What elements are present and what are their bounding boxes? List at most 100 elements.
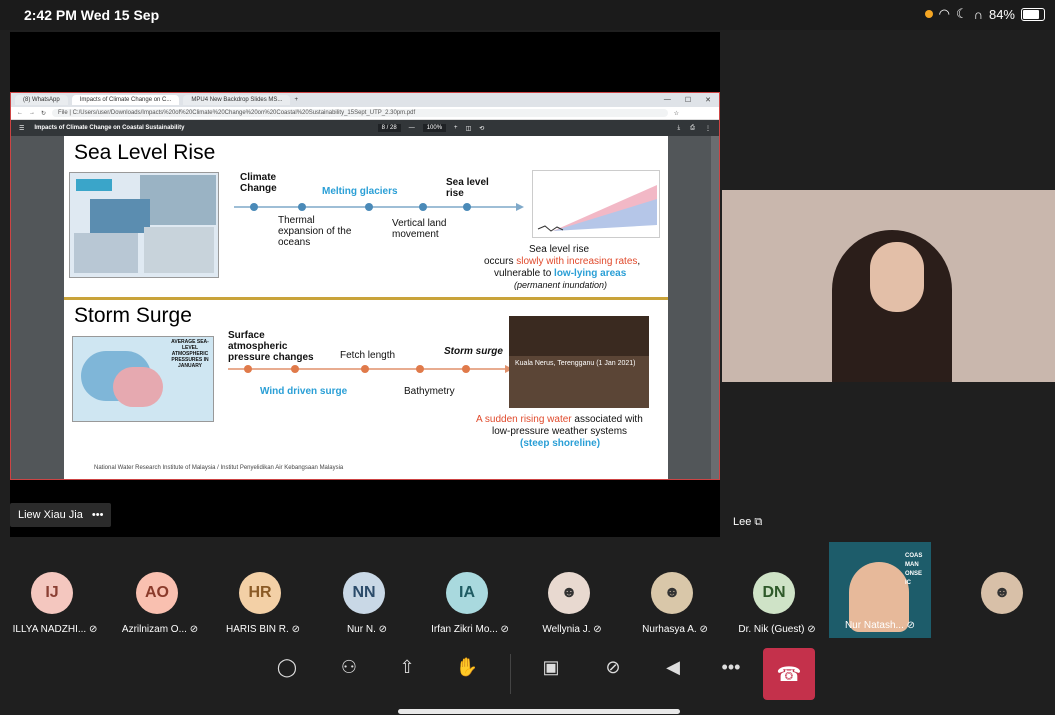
participant-tile[interactable]: IJ ILLYA NADZHI... ⊘ — [5, 542, 105, 642]
share-screen-icon[interactable]: ⇧ — [390, 650, 424, 684]
slide: Sea Level Rise Climate Change Melting gl… — [64, 136, 668, 479]
avatar: NN — [343, 572, 385, 614]
browser-window: (8) WhatsApp Impacts of Climate Change o… — [10, 92, 720, 480]
photo-caption: Kuala Nerus, Terengganu (1 Jan 2021) — [515, 360, 636, 367]
fit-page-icon[interactable]: ◫ — [466, 125, 472, 132]
mic-off-icon: ⊘ — [189, 624, 199, 635]
home-indicator[interactable] — [398, 709, 680, 714]
storm-photo-image: Kuala Nerus, Terengganu (1 Jan 2021) — [509, 316, 649, 408]
close-icon[interactable]: ✕ — [705, 96, 711, 104]
more-options-icon[interactable]: ••• — [714, 650, 748, 684]
call-controls: ◯ ⚇ ⇧ ✋ ▣ ⊘ ◀ ••• — [0, 644, 1055, 704]
headphones-icon: ∩ — [973, 6, 983, 22]
participant-name: HARIS BIN R. ⊘ — [213, 624, 313, 635]
mic-off-icon: ⊘ — [699, 624, 708, 635]
moon-icon: ☾ — [955, 6, 968, 21]
lee-name-tag: Lee ⧉ — [733, 516, 762, 529]
storm-timeline — [228, 365, 513, 373]
label-bathymetry: Bathymetry — [404, 386, 455, 397]
back-icon[interactable]: ← — [17, 110, 23, 116]
lee-video-tile[interactable] — [722, 190, 1055, 382]
storm-caption-line1: A sudden rising water associated with — [476, 414, 643, 425]
participant-name-text: Dr. Nik (Guest) — [738, 624, 805, 635]
avatar-photo: ☻ — [651, 572, 693, 614]
caption-vulnerable: vulnerable to low-lying areas — [494, 268, 626, 279]
window-controls: — ☐ ✕ — [664, 96, 719, 104]
label-sea-level-rise: Sea level rise — [446, 177, 489, 199]
speaker-icon[interactable]: ◀ — [656, 650, 690, 684]
participant-name-text: HARIS BIN R. — [226, 624, 289, 635]
print-icon[interactable]: ⎙ — [690, 125, 695, 132]
participant-tile[interactable]: DN Dr. Nik (Guest) ⊘ — [727, 542, 827, 642]
presenter-more-button[interactable]: ••• — [92, 509, 104, 521]
leave-call-button[interactable]: ☎ — [763, 648, 815, 700]
label-thermal-expansion: Thermal expansion of the oceans — [278, 215, 352, 248]
participant-tile[interactable]: ☻ Wellynia J. ⊘ — [522, 542, 622, 642]
nur-video-tile[interactable]: COAS MAN ONSE IC Nur Natash... ⊘ — [829, 542, 931, 638]
status-indicators: ◠ ☾ ∩ 84% — [924, 6, 1045, 22]
minimize-icon[interactable]: — — [664, 96, 671, 104]
caption-low-lying: low-lying areas — [554, 268, 627, 279]
participant-tile[interactable]: ☻ — [955, 542, 1055, 642]
participant-tile[interactable]: IA Irfan Zikri Mo... ⊘ — [420, 542, 520, 642]
participant-name: Nurhasya A. ⊘ — [625, 624, 725, 635]
recording-dot-icon — [924, 10, 933, 18]
status-bar: 2:42 PM Wed 15 Sep ◠ ☾ ∩ 84% — [0, 0, 1055, 30]
chat-icon[interactable]: ◯ — [270, 650, 304, 684]
mic-off-icon[interactable]: ⊘ — [596, 650, 630, 684]
download-icon[interactable]: ⤓ — [678, 125, 681, 132]
tab-mpu4[interactable]: MPU4 New Backdrop Slides MS... — [183, 95, 291, 105]
battery-icon — [1021, 7, 1045, 21]
participant-name: ILLYA NADZHI... ⊘ — [5, 624, 105, 635]
participant-tile[interactable]: HR HARIS BIN R. ⊘ — [213, 542, 313, 642]
pdf-viewer: Sea Level Rise Climate Change Melting gl… — [11, 136, 719, 479]
presenter-label: Liew Xiau Jia ••• — [10, 503, 112, 527]
participant-name: Azrilnizam O... ⊘ — [110, 624, 210, 635]
slide-footer: National Water Research Institute of Mal… — [94, 465, 344, 471]
tab-pdf[interactable]: Impacts of Climate Change on C... — [71, 95, 180, 105]
more-icon[interactable]: ⋮ — [705, 125, 711, 132]
mic-off-icon: ⊘ — [291, 624, 300, 635]
maximize-icon[interactable]: ☐ — [685, 96, 691, 104]
menu-icon[interactable]: ☰ — [19, 125, 24, 132]
nur-tile-text: COAS MAN ONSE IC — [905, 553, 923, 586]
avatar-photo: ☻ — [981, 572, 1023, 614]
label-melting-glaciers: Melting glaciers — [322, 186, 398, 197]
participant-tile[interactable]: AO Azrilnizam O... ⊘ — [110, 542, 210, 642]
zoom-out-icon[interactable]: — — [409, 125, 415, 131]
forward-icon[interactable]: → — [29, 110, 35, 116]
address-field[interactable]: File | C:/Users/user/Downloads/Impacts%2… — [52, 109, 668, 117]
url-bar: ← → ↻ File | C:/Users/user/Downloads/Imp… — [11, 107, 719, 120]
pdf-scrollbar[interactable] — [711, 136, 719, 479]
rotate-icon[interactable]: ⟲ — [479, 125, 484, 132]
participant-tile[interactable]: NN Nur N. ⊘ — [317, 542, 417, 642]
pdf-toolbar: ☰ Impacts of Climate Change on Coastal S… — [11, 120, 719, 136]
caption-sea-level-rise: Sea level rise — [529, 244, 590, 255]
participants-icon[interactable]: ⚇ — [332, 650, 366, 684]
participant-name-text: Irfan Zikri Mo... — [431, 624, 498, 635]
label-climate-change: Climate Change — [240, 172, 277, 194]
participant-tile[interactable]: ☻ Nurhasya A. ⊘ — [625, 542, 725, 642]
page-indicator[interactable]: 8 / 28 — [377, 124, 401, 132]
lee-name: Lee — [733, 516, 752, 528]
presenter-name: Liew Xiau Jia — [18, 509, 83, 521]
caption-occurs-text: occurs — [484, 256, 517, 267]
battery-percent: 84% — [988, 6, 1015, 22]
star-icon[interactable]: ☆ — [674, 110, 679, 117]
camera-off-icon[interactable]: ▣ — [534, 650, 568, 684]
avatar: AO — [136, 572, 178, 614]
zoom-in-icon[interactable]: + — [454, 125, 458, 131]
label-surface-pressure: Surface atmospheric pressure changes — [228, 330, 314, 363]
zoom-level[interactable]: 100% — [422, 124, 447, 132]
raise-hand-icon[interactable]: ✋ — [450, 650, 484, 684]
avatar: IA — [446, 572, 488, 614]
wifi-icon: ◠ — [938, 6, 950, 21]
reload-icon[interactable]: ↻ — [41, 110, 46, 117]
caption-permanent: (permanent inundation) — [514, 280, 608, 290]
tab-whatsapp[interactable]: (8) WhatsApp — [15, 95, 68, 105]
new-tab-button[interactable]: + — [294, 97, 298, 103]
sea-level-title: Sea Level Rise — [74, 141, 216, 164]
avatar: DN — [753, 572, 795, 614]
mic-off-icon: ⊘ — [807, 624, 816, 635]
caption-associated: associated with — [571, 414, 643, 425]
